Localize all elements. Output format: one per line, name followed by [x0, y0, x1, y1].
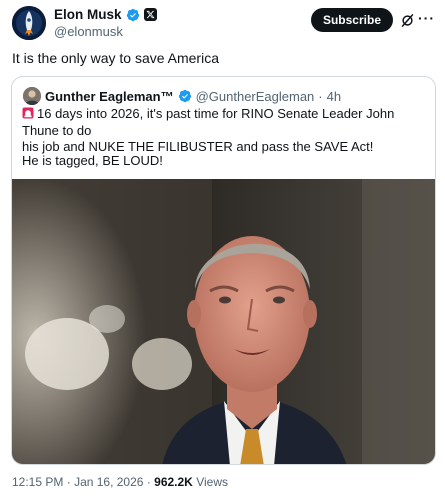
more-icon[interactable]: ··· [418, 10, 435, 26]
subscribe-button[interactable]: Subscribe [310, 8, 393, 32]
quoted-tweet-photo[interactable] [12, 179, 436, 465]
quoted-text-line-3: He is tagged, BE LOUD! [22, 153, 163, 168]
quoted-timestamp[interactable]: 4h [327, 89, 341, 104]
author-handle[interactable]: @elonmusk [54, 24, 123, 39]
tweet-header: Elon Musk @elonmusk Subscribe ··· [12, 6, 435, 40]
quoted-tweet-text: 16 days into 2026, it's past time for RI… [22, 106, 430, 156]
quoted-text-line-1: 16 days into 2026, it's past time for RI… [22, 106, 395, 138]
quoted-author-name[interactable]: Gunther Eagleman™ [45, 89, 174, 104]
quoted-tweet-header: Gunther Eagleman™ @GuntherEagleman · 4h [23, 87, 341, 105]
meta-separator: · [66, 475, 71, 489]
grok-icon[interactable] [400, 13, 415, 28]
quoted-author-avatar[interactable] [23, 87, 41, 105]
x-logo-icon [143, 8, 157, 21]
siren-icon [22, 107, 34, 119]
tweet-time[interactable]: 12:15 PM [12, 475, 63, 489]
quoted-text-line: 16 days into 2026, it's past time for RI… [22, 106, 430, 139]
author-avatar[interactable] [12, 6, 46, 40]
quoted-tweet-card[interactable]: Gunther Eagleman™ @GuntherEagleman · 4h … [11, 76, 436, 465]
quoted-author-handle[interactable]: @GuntherEagleman [196, 89, 315, 104]
tweet-meta: 12:15 PM · Jan 16, 2026 · 962.2K Views [12, 475, 228, 489]
meta-separator-2: · [146, 475, 151, 489]
quoted-verified-badge-icon [178, 89, 191, 103]
quoted-separator: · [318, 88, 323, 104]
verified-badge-icon [126, 8, 139, 21]
tweet-text: It is the only way to save America [12, 50, 219, 66]
author-display-name[interactable]: Elon Musk [54, 7, 122, 22]
author-name-row: Elon Musk [54, 7, 157, 22]
views-count: 962.2K [154, 475, 193, 489]
tweet-date[interactable]: Jan 16, 2026 [74, 475, 143, 489]
views-label: Views [196, 475, 228, 489]
